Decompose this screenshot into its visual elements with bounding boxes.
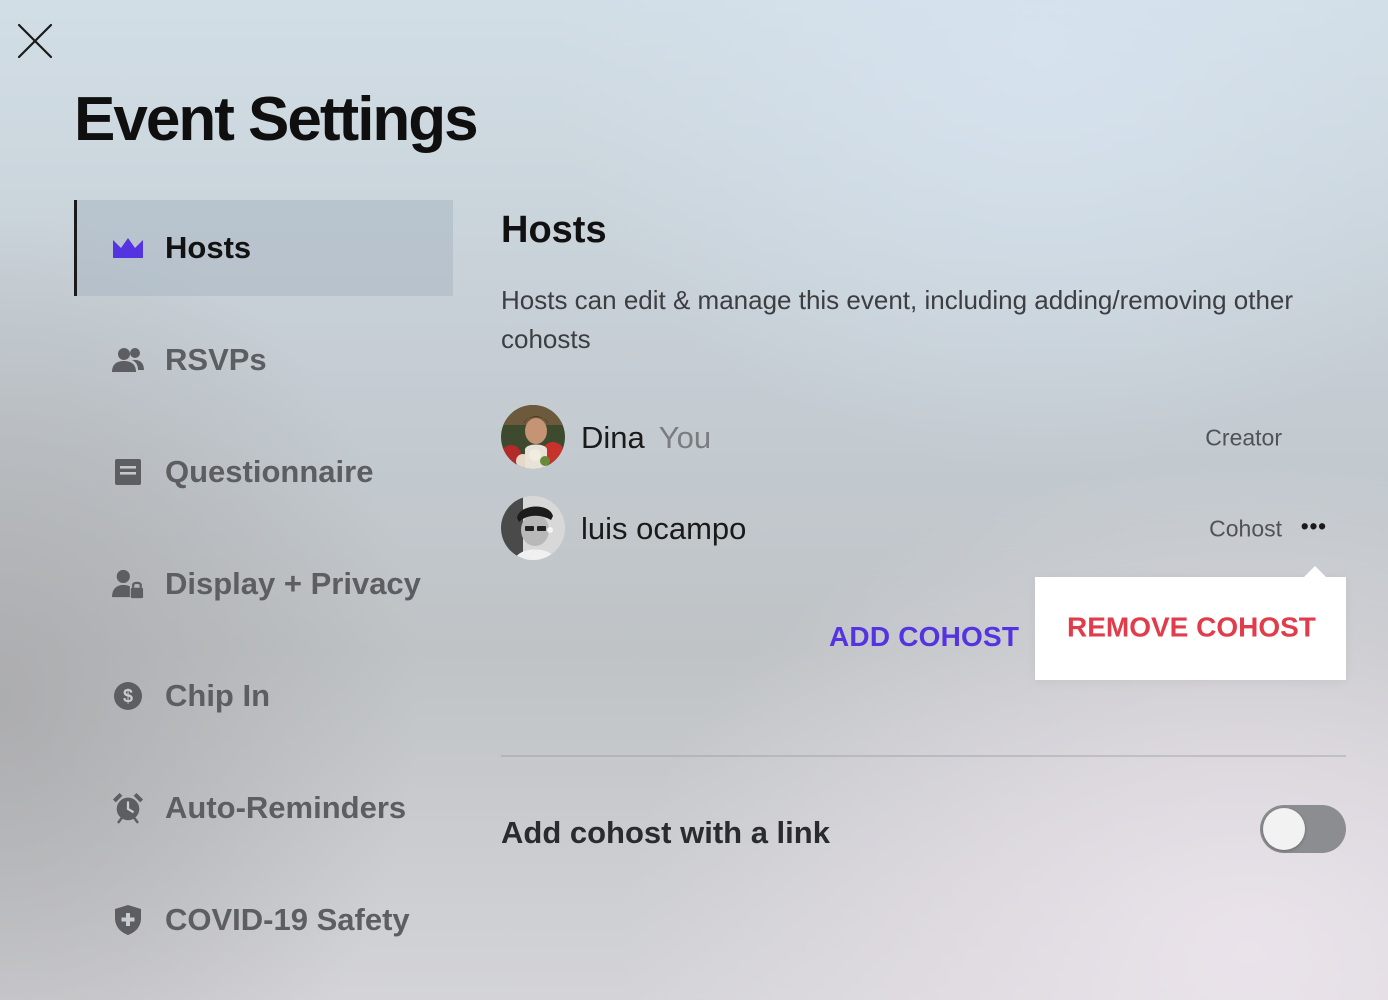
host-row: Dina You Creator [501,405,1346,471]
alarm-clock-icon [112,792,144,824]
close-icon [17,23,53,59]
svg-text:$: $ [123,686,133,706]
host-name: Dina You [581,420,711,456]
sidebar-item-rsvps[interactable]: RSVPs [74,312,453,408]
toggle-knob [1263,808,1305,850]
cohost-link-label: Add cohost with a link [501,815,830,850]
more-options-icon[interactable]: ••• [1301,513,1327,539]
close-button[interactable] [16,22,54,60]
sidebar-item-label: COVID-19 Safety [165,902,410,937]
page-title: Event Settings [74,85,479,154]
sidebar-item-label: Display + Privacy [165,566,421,601]
host-role: Cohost [1209,515,1282,542]
user-lock-icon [112,568,144,600]
you-tag: You [658,420,712,455]
section-title: Hosts [501,209,607,251]
host-name-text: Dina [581,420,645,455]
sidebar-item-label: RSVPs [165,342,267,377]
remove-cohost-button[interactable]: REMOVE COHOST [1067,611,1316,643]
sidebar-item-label: Auto-Reminders [165,790,407,825]
host-row: luis ocampo Cohost ••• [501,496,1346,562]
shield-plus-icon [112,904,144,936]
sidebar-item-covid-safety[interactable]: COVID-19 Safety [74,872,453,968]
sidebar-item-questionnaire[interactable]: Questionnaire [74,424,453,520]
host-role: Creator [1205,424,1282,451]
crown-icon [112,232,144,264]
sidebar-item-label: Hosts [165,230,252,265]
sidebar-item-hosts[interactable]: Hosts [74,200,453,296]
avatar [501,496,565,560]
add-cohost-button[interactable]: ADD COHOST [829,621,1019,653]
host-name-text: luis ocampo [581,511,747,546]
sidebar-item-display-privacy[interactable]: Display + Privacy [74,536,453,632]
settings-sidebar: Hosts RSVPs Questionnaire Display + Priv… [74,200,453,984]
section-description: Hosts can edit & manage this event, incl… [501,285,1294,354]
sidebar-item-chip-in[interactable]: $ Chip In [74,648,453,744]
sidebar-item-label: Questionnaire [165,454,374,489]
people-icon [112,344,144,376]
sidebar-item-auto-reminders[interactable]: Auto-Reminders [74,760,453,856]
dollar-coin-icon: $ [112,680,144,712]
divider [501,755,1346,757]
host-options-menu: REMOVE COHOST [1035,566,1346,680]
document-icon [112,456,144,488]
avatar [501,405,565,469]
host-name: luis ocampo [581,511,746,547]
cohost-link-toggle[interactable] [1260,805,1346,853]
sidebar-item-label: Chip In [165,678,271,713]
